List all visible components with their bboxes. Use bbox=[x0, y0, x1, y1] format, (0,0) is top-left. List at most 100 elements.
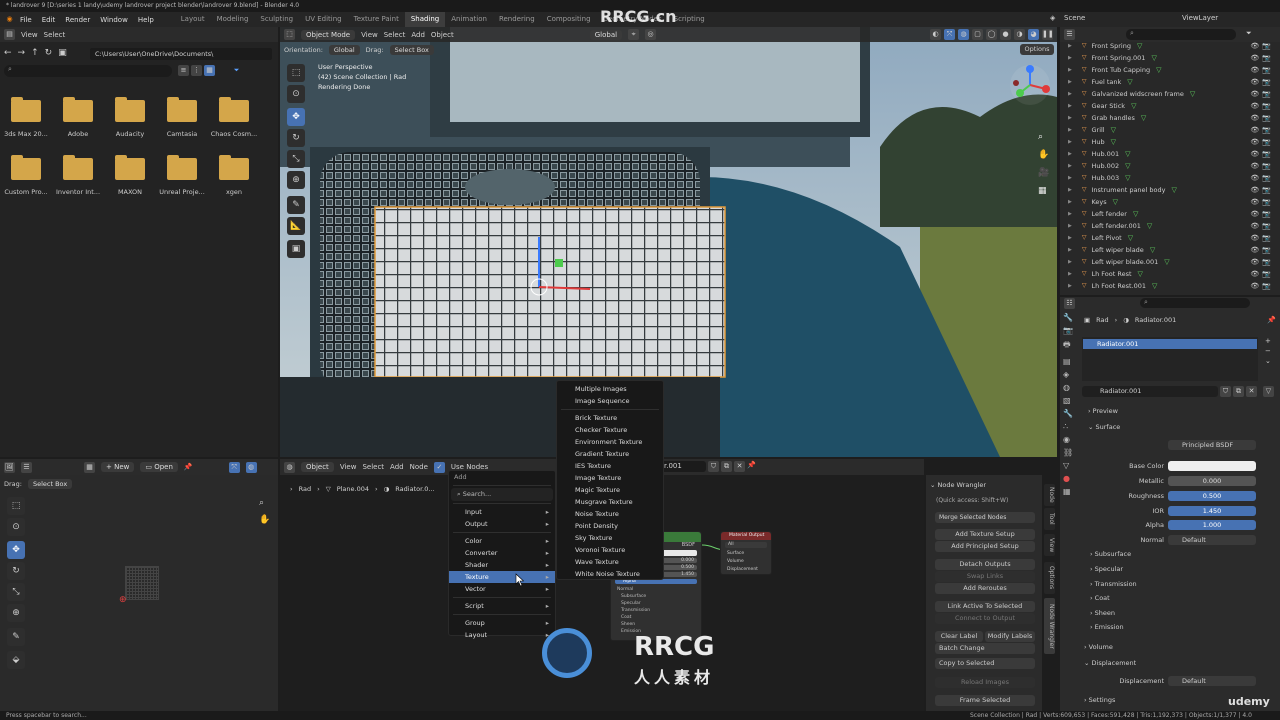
physics-tab-icon[interactable]: ◉ bbox=[1063, 435, 1077, 444]
menu-help[interactable]: Help bbox=[133, 16, 159, 24]
camera-view-icon[interactable]: 🎥 bbox=[1038, 168, 1049, 178]
orientation-selector[interactable]: Global bbox=[328, 45, 360, 55]
overlay-toggle-icon[interactable]: ◍ bbox=[245, 461, 257, 473]
visibility-toggles[interactable]: 👁📷 bbox=[1250, 136, 1274, 148]
rotate-tool-icon[interactable]: ↻ bbox=[287, 129, 305, 147]
rendered-shading-icon[interactable]: ◕ bbox=[1028, 29, 1039, 40]
ie-sample-tool-icon[interactable]: ⬙ bbox=[7, 651, 25, 669]
sheen-panel[interactable]: › Sheen bbox=[1090, 609, 1115, 617]
new-folder-icon[interactable]: ▣ bbox=[58, 48, 67, 58]
visibility-toggles[interactable]: 👁📷 bbox=[1250, 52, 1274, 64]
output-tab-icon[interactable]: 🖶 bbox=[1063, 339, 1077, 353]
displacement-panel-header[interactable]: ⌄ Displacement bbox=[1084, 659, 1136, 667]
duplicate-icon[interactable]: ⧉ bbox=[721, 461, 732, 472]
measure-tool-icon[interactable]: 📐 bbox=[287, 217, 305, 235]
expand-arrow-icon[interactable]: ▶ bbox=[1068, 40, 1072, 52]
batch-change-dropdown[interactable]: Batch Change bbox=[935, 643, 1035, 654]
material-name-field[interactable]: Radiator.001 bbox=[1082, 386, 1218, 397]
add-menu-item[interactable]: Converter ▸ bbox=[449, 547, 555, 559]
expand-arrow-icon[interactable]: ▶ bbox=[1068, 112, 1072, 124]
ie-pan-icon[interactable]: ✋ bbox=[259, 515, 270, 525]
surface-shader-selector[interactable]: Principled BSDF bbox=[1168, 440, 1256, 450]
outliner-row[interactable]: ▶ ▽ Galvanized widscreen frame ▽ 👁📷 bbox=[1060, 88, 1280, 100]
texture-menu-item[interactable]: Sky Texture bbox=[557, 532, 663, 544]
path-field[interactable]: C:\Users\User\OneDrive\Documents\ bbox=[90, 48, 272, 60]
visibility-toggles[interactable]: 👁📷 bbox=[1250, 160, 1274, 172]
overlay-icon[interactable]: ◍ bbox=[958, 29, 969, 40]
subsurface-panel[interactable]: › Subsurface bbox=[1090, 550, 1131, 558]
view-layer-tab-icon[interactable]: ▤ bbox=[1063, 357, 1077, 366]
ie-drag-selector[interactable]: Select Box bbox=[27, 479, 73, 489]
clear-label-button[interactable]: Clear Label bbox=[935, 631, 983, 642]
visibility-toggles[interactable]: 👁📷 bbox=[1250, 40, 1274, 52]
outliner-row[interactable]: ▶ ▽ Grill ▽ 👁📷 bbox=[1060, 124, 1280, 136]
folder-item[interactable]: 3ds Max 20... bbox=[0, 97, 52, 138]
alpha-field[interactable]: 1.000 bbox=[1168, 520, 1256, 530]
expand-arrow-icon[interactable]: ▶ bbox=[1068, 196, 1072, 208]
move-tool-icon[interactable]: ✥ bbox=[287, 108, 305, 126]
outliner-row[interactable]: ▶ ▽ Grab handles ▽ 👁📷 bbox=[1060, 112, 1280, 124]
list-view-icon[interactable]: ≡ bbox=[178, 65, 189, 76]
select-box-tool-icon[interactable]: ⬚ bbox=[287, 64, 305, 82]
ie-scale-tool-icon[interactable]: ⤡ bbox=[7, 583, 25, 601]
view-layer-selector[interactable]: ViewLayer bbox=[1182, 14, 1218, 22]
expand-arrow-icon[interactable]: ▶ bbox=[1068, 64, 1072, 76]
expand-arrow-icon[interactable]: ▶ bbox=[1068, 280, 1072, 292]
vp-menu-select[interactable]: Select bbox=[384, 31, 406, 39]
volume-panel-header[interactable]: › Volume bbox=[1084, 643, 1113, 651]
texture-menu-item[interactable]: Voronoi Texture bbox=[557, 544, 663, 556]
expand-arrow-icon[interactable]: ▶ bbox=[1068, 136, 1072, 148]
add-menu-item[interactable]: Shader ▸ bbox=[449, 559, 555, 571]
scale-tool-icon[interactable]: ⤡ bbox=[287, 150, 305, 168]
ie-annotate-tool-icon[interactable]: ✎ bbox=[7, 628, 25, 646]
link-active-to-selected-button[interactable]: Link Active To Selected bbox=[935, 601, 1035, 612]
pin-icon[interactable]: 📌 bbox=[1267, 316, 1276, 324]
vp-menu-object[interactable]: Object bbox=[431, 31, 454, 39]
node-wrangler-header[interactable]: ⌄ Node Wrangler bbox=[930, 481, 986, 489]
transform-orientation[interactable]: Global bbox=[589, 29, 623, 40]
texture-menu-item[interactable]: White Noise Texture bbox=[557, 568, 663, 580]
editor-type-icon[interactable]: ▤ bbox=[4, 29, 15, 40]
particles-tab-icon[interactable]: ∴ bbox=[1063, 422, 1077, 431]
preview-panel-header[interactable]: › Preview bbox=[1088, 407, 1118, 415]
editor-type-icon[interactable]: 🖼 bbox=[4, 461, 15, 473]
add-menu-item[interactable]: Output ▸ bbox=[449, 518, 555, 530]
blender-logo-icon[interactable]: ◉ bbox=[4, 14, 15, 25]
tool-tab-icon[interactable]: 🔧 bbox=[1063, 313, 1077, 322]
image-browse-icon[interactable]: ▦ bbox=[84, 461, 95, 473]
outliner-row[interactable]: ▶ ▽ Keys ▽ 👁📷 bbox=[1060, 196, 1280, 208]
mode-selector[interactable]: Object Mode bbox=[301, 29, 356, 40]
gizmo-icon[interactable]: ⤧ bbox=[944, 29, 955, 40]
outliner-row[interactable]: ▶ ▽ Front Spring ▽ 👁📷 bbox=[1060, 40, 1280, 52]
fake-user-icon[interactable]: ⛉ bbox=[708, 461, 719, 472]
expand-arrow-icon[interactable]: ▶ bbox=[1068, 244, 1072, 256]
unlink-icon[interactable]: ✕ bbox=[1246, 386, 1257, 397]
sidebar-tab-tool[interactable]: Tool bbox=[1044, 508, 1055, 530]
tab-animation[interactable]: Animation bbox=[445, 12, 493, 27]
fb-menu-select[interactable]: Select bbox=[44, 31, 66, 39]
visibility-toggles[interactable]: 👁📷 bbox=[1250, 244, 1274, 256]
expand-arrow-icon[interactable]: ▶ bbox=[1068, 160, 1072, 172]
sidebar-tab-node-wrangler[interactable]: Node Wrangler bbox=[1044, 598, 1055, 654]
settings-panel-header[interactable]: › Settings bbox=[1084, 696, 1115, 704]
add-menu-item[interactable]: Group ▸ bbox=[449, 617, 555, 629]
tab-modeling[interactable]: Modeling bbox=[211, 12, 255, 27]
annotate-tool-icon[interactable]: ✎ bbox=[287, 196, 305, 214]
fake-user-icon[interactable]: ⛉ bbox=[1220, 386, 1231, 397]
editor-type-icon[interactable]: ⬚ bbox=[284, 29, 295, 40]
drag-selector[interactable]: Select Box bbox=[389, 45, 434, 55]
tab-uv-editing[interactable]: UV Editing bbox=[299, 12, 348, 27]
refresh-icon[interactable]: ↻ bbox=[45, 48, 53, 58]
texture-menu-item[interactable]: Musgrave Texture bbox=[557, 496, 663, 508]
outliner-row[interactable]: ▶ ▽ Left wiper blade.001 ▽ 👁📷 bbox=[1060, 256, 1280, 268]
object-tab-icon[interactable]: ▧ bbox=[1063, 396, 1077, 405]
pin-icon[interactable]: 📌 bbox=[184, 463, 193, 471]
folder-item[interactable]: MAXON bbox=[104, 155, 156, 196]
outliner-row[interactable]: ▶ ▽ Fuel tank ▽ 👁📷 bbox=[1060, 76, 1280, 88]
navigation-gizmo-icon[interactable] bbox=[1008, 63, 1054, 109]
texture-menu-item[interactable]: Noise Texture bbox=[557, 508, 663, 520]
outliner-row[interactable]: ▶ ▽ Lh Foot Rest.001 ▽ 👁📷 bbox=[1060, 280, 1280, 292]
file-search-input[interactable]: ⌕ bbox=[4, 65, 172, 77]
visibility-toggles[interactable]: 👁📷 bbox=[1250, 256, 1274, 268]
material-output-node[interactable]: Material Output All Surface Volume Displ… bbox=[720, 531, 772, 575]
